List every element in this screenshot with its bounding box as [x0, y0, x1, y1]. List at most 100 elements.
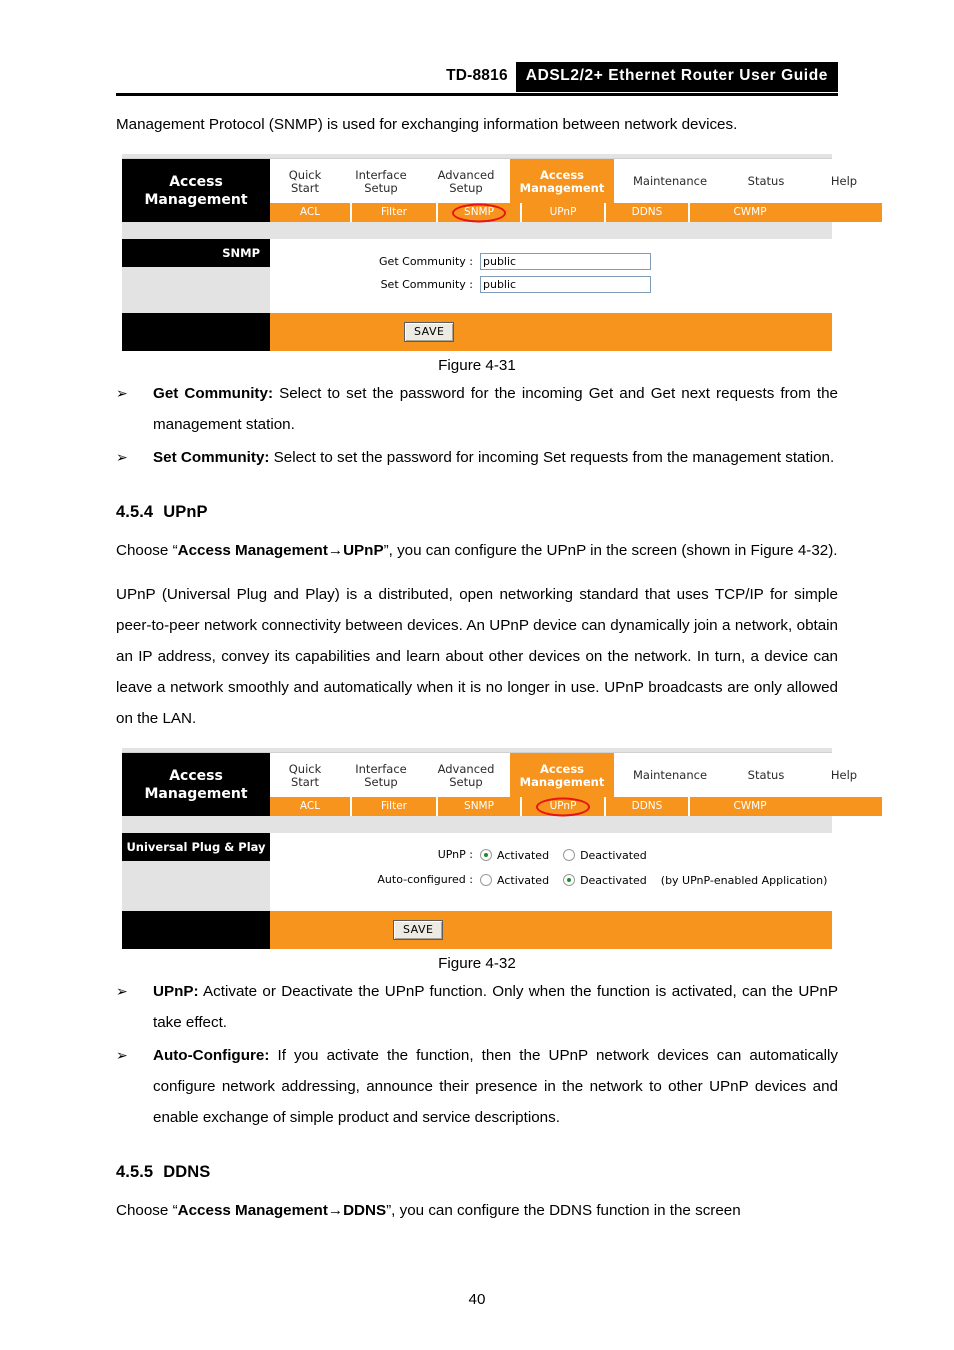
ui-navigation-row: Access Management Quick Start Interface … — [122, 159, 882, 222]
subtab-snmp[interactable]: SNMP — [438, 203, 522, 222]
brand-line-1: Access — [169, 767, 223, 784]
get-community-row: Get Community : public — [270, 253, 832, 270]
ddns-choose-post: ”, you can configure the DDNS function i… — [386, 1202, 741, 1219]
tab-interface-setup-line2: Setup — [364, 180, 398, 195]
subtab-filter[interactable]: Filter — [352, 203, 438, 222]
upnp-bullet-list: ➢ UPnP: Activate or Deactivate the UPnP … — [116, 976, 838, 1133]
radio-button-icon[interactable] — [563, 849, 576, 861]
upnp-panel-footer: SAVE — [122, 911, 832, 949]
save-button[interactable]: SAVE — [404, 322, 455, 342]
subtab-acl[interactable]: ACL — [270, 797, 352, 816]
subtab-acl-label: ACL — [299, 800, 321, 812]
bullet-arrow-icon: ➢ — [116, 449, 128, 465]
subtab-acl[interactable]: ACL — [270, 203, 352, 222]
bullet-auto-configure: ➢ Auto-Configure: If you activate the fu… — [116, 1040, 838, 1133]
upnp-activated-option[interactable]: Activated — [480, 849, 549, 862]
tab-quick-start-line1: Quick — [288, 167, 322, 182]
upnp-enable-row: UPnP : Activated Deactivated — [270, 847, 832, 863]
bullet-get-community: ➢ Get Community: Select to set the passw… — [116, 378, 838, 440]
get-community-label: Get Community : — [379, 254, 473, 268]
subtab-cwmp[interactable]: CWMP — [690, 797, 810, 816]
upnp-footer-actions: SAVE — [270, 911, 832, 949]
section-number-455: 4.5.5 — [116, 1163, 154, 1181]
tab-access-management-line1: Access — [539, 761, 585, 776]
tab-advanced-setup[interactable]: Advanced Setup — [422, 159, 510, 203]
tab-maintenance-label: Maintenance — [632, 768, 708, 782]
nav-column: Quick Start Interface Setup Advanced Set… — [270, 753, 882, 816]
radio-button-icon[interactable] — [480, 874, 492, 886]
auto-activated-label: Activated — [497, 873, 550, 887]
tab-maintenance[interactable]: Maintenance — [614, 159, 726, 203]
upnp-deactivated-option[interactable]: Deactivated — [563, 849, 647, 862]
brand-access-management: Access Management — [122, 159, 270, 222]
auto-activated-option[interactable]: Activated — [480, 874, 549, 887]
subtab-acl-label: ACL — [299, 206, 321, 218]
bullet-arrow-icon: ➢ — [116, 1047, 128, 1063]
page-number: 40 — [468, 1291, 486, 1308]
tab-advanced-setup[interactable]: Advanced Setup — [422, 753, 510, 797]
tab-quick-start-line2: Start — [290, 774, 320, 789]
subtab-filter[interactable]: Filter — [352, 797, 438, 816]
header-banner-title: ADSL2/2+ Ethernet Router User Guide — [515, 62, 838, 92]
section-title-ddns: DDNS — [163, 1163, 211, 1181]
subtab-filter-label: Filter — [380, 206, 407, 218]
snmp-panel-title: SNMP — [122, 239, 270, 267]
tab-quick-start[interactable]: Quick Start — [270, 159, 340, 203]
tab-status[interactable]: Status — [726, 753, 806, 797]
upnp-choose-paragraph: Choose “Access Management→UPnP”, you can… — [116, 535, 838, 566]
set-community-input[interactable]: public — [480, 276, 651, 293]
tab-access-management[interactable]: Access Management — [510, 159, 614, 203]
subtab-cwmp-label: CWMP — [733, 206, 767, 218]
tab-interface-setup[interactable]: Interface Setup — [340, 159, 422, 203]
section-number-454: 4.5.4 — [116, 503, 154, 521]
section-heading-upnp: 4.5.4 UPnP — [116, 503, 838, 522]
subtab-upnp[interactable]: UPnP — [522, 797, 606, 816]
tab-help[interactable]: Help — [806, 159, 882, 203]
save-button[interactable]: SAVE — [393, 920, 444, 940]
get-community-input[interactable]: public — [480, 253, 651, 270]
radio-button-icon[interactable] — [480, 849, 492, 861]
subtab-ddns-label: DDNS — [631, 206, 663, 218]
bullet-get-community-term: Get Community: — [153, 385, 273, 402]
tab-access-management[interactable]: Access Management — [510, 753, 614, 797]
tab-help[interactable]: Help — [806, 753, 882, 797]
subtab-snmp[interactable]: SNMP — [438, 797, 522, 816]
tab-quick-start[interactable]: Quick Start — [270, 753, 340, 797]
subtab-ddns-label: DDNS — [631, 800, 663, 812]
tab-interface-setup-line1: Interface — [355, 761, 407, 776]
upnp-deactivated-label: Deactivated — [580, 848, 647, 862]
tab-help-label: Help — [830, 174, 858, 188]
bullet-upnp-text: Activate or Deactivate the UPnP function… — [153, 983, 838, 1031]
tab-quick-start-line2: Start — [290, 180, 320, 195]
router-ui-upnp: Access Management Quick Start Interface … — [122, 748, 882, 949]
auto-deactivated-label: Deactivated — [580, 873, 647, 887]
section-title-upnp: UPnP — [163, 503, 208, 521]
brand-line-1: Access — [169, 173, 223, 190]
upnp-choose-post: ”, you can configure the UPnP in the scr… — [383, 542, 838, 559]
sub-tab-filler — [810, 203, 882, 222]
auto-configured-note: (by UPnP-enabled Application) — [660, 873, 828, 887]
auto-deactivated-option[interactable]: Deactivated — [563, 874, 647, 887]
subtab-ddns[interactable]: DDNS — [606, 797, 690, 816]
subtab-cwmp[interactable]: CWMP — [690, 203, 810, 222]
subtab-ddns[interactable]: DDNS — [606, 203, 690, 222]
upnp-panel-title: Universal Plug & Play — [122, 833, 270, 861]
upnp-choose-path: Access Management→UPnP — [177, 542, 384, 559]
tab-access-management-line2: Management — [519, 774, 605, 789]
nav-column: Quick Start Interface Setup Advanced Set… — [270, 159, 882, 222]
bullet-arrow-icon: ➢ — [116, 983, 128, 999]
bullet-auto-configure-term: Auto-Configure: — [153, 1047, 270, 1064]
snmp-bullet-list: ➢ Get Community: Select to set the passw… — [116, 378, 838, 473]
tab-interface-setup[interactable]: Interface Setup — [340, 753, 422, 797]
tab-maintenance[interactable]: Maintenance — [614, 753, 726, 797]
radio-button-icon[interactable] — [563, 874, 576, 886]
tab-advanced-setup-line2: Setup — [449, 180, 483, 195]
snmp-footer-actions: SAVE — [270, 313, 832, 351]
subtab-upnp[interactable]: UPnP — [522, 203, 606, 222]
tab-help-label: Help — [830, 768, 858, 782]
tab-status[interactable]: Status — [726, 159, 806, 203]
upnp-choose-pre: Choose “ — [116, 542, 178, 559]
tab-advanced-setup-line2: Setup — [449, 774, 483, 789]
tab-interface-setup-line2: Setup — [364, 774, 398, 789]
tab-quick-start-line1: Quick — [288, 761, 322, 776]
